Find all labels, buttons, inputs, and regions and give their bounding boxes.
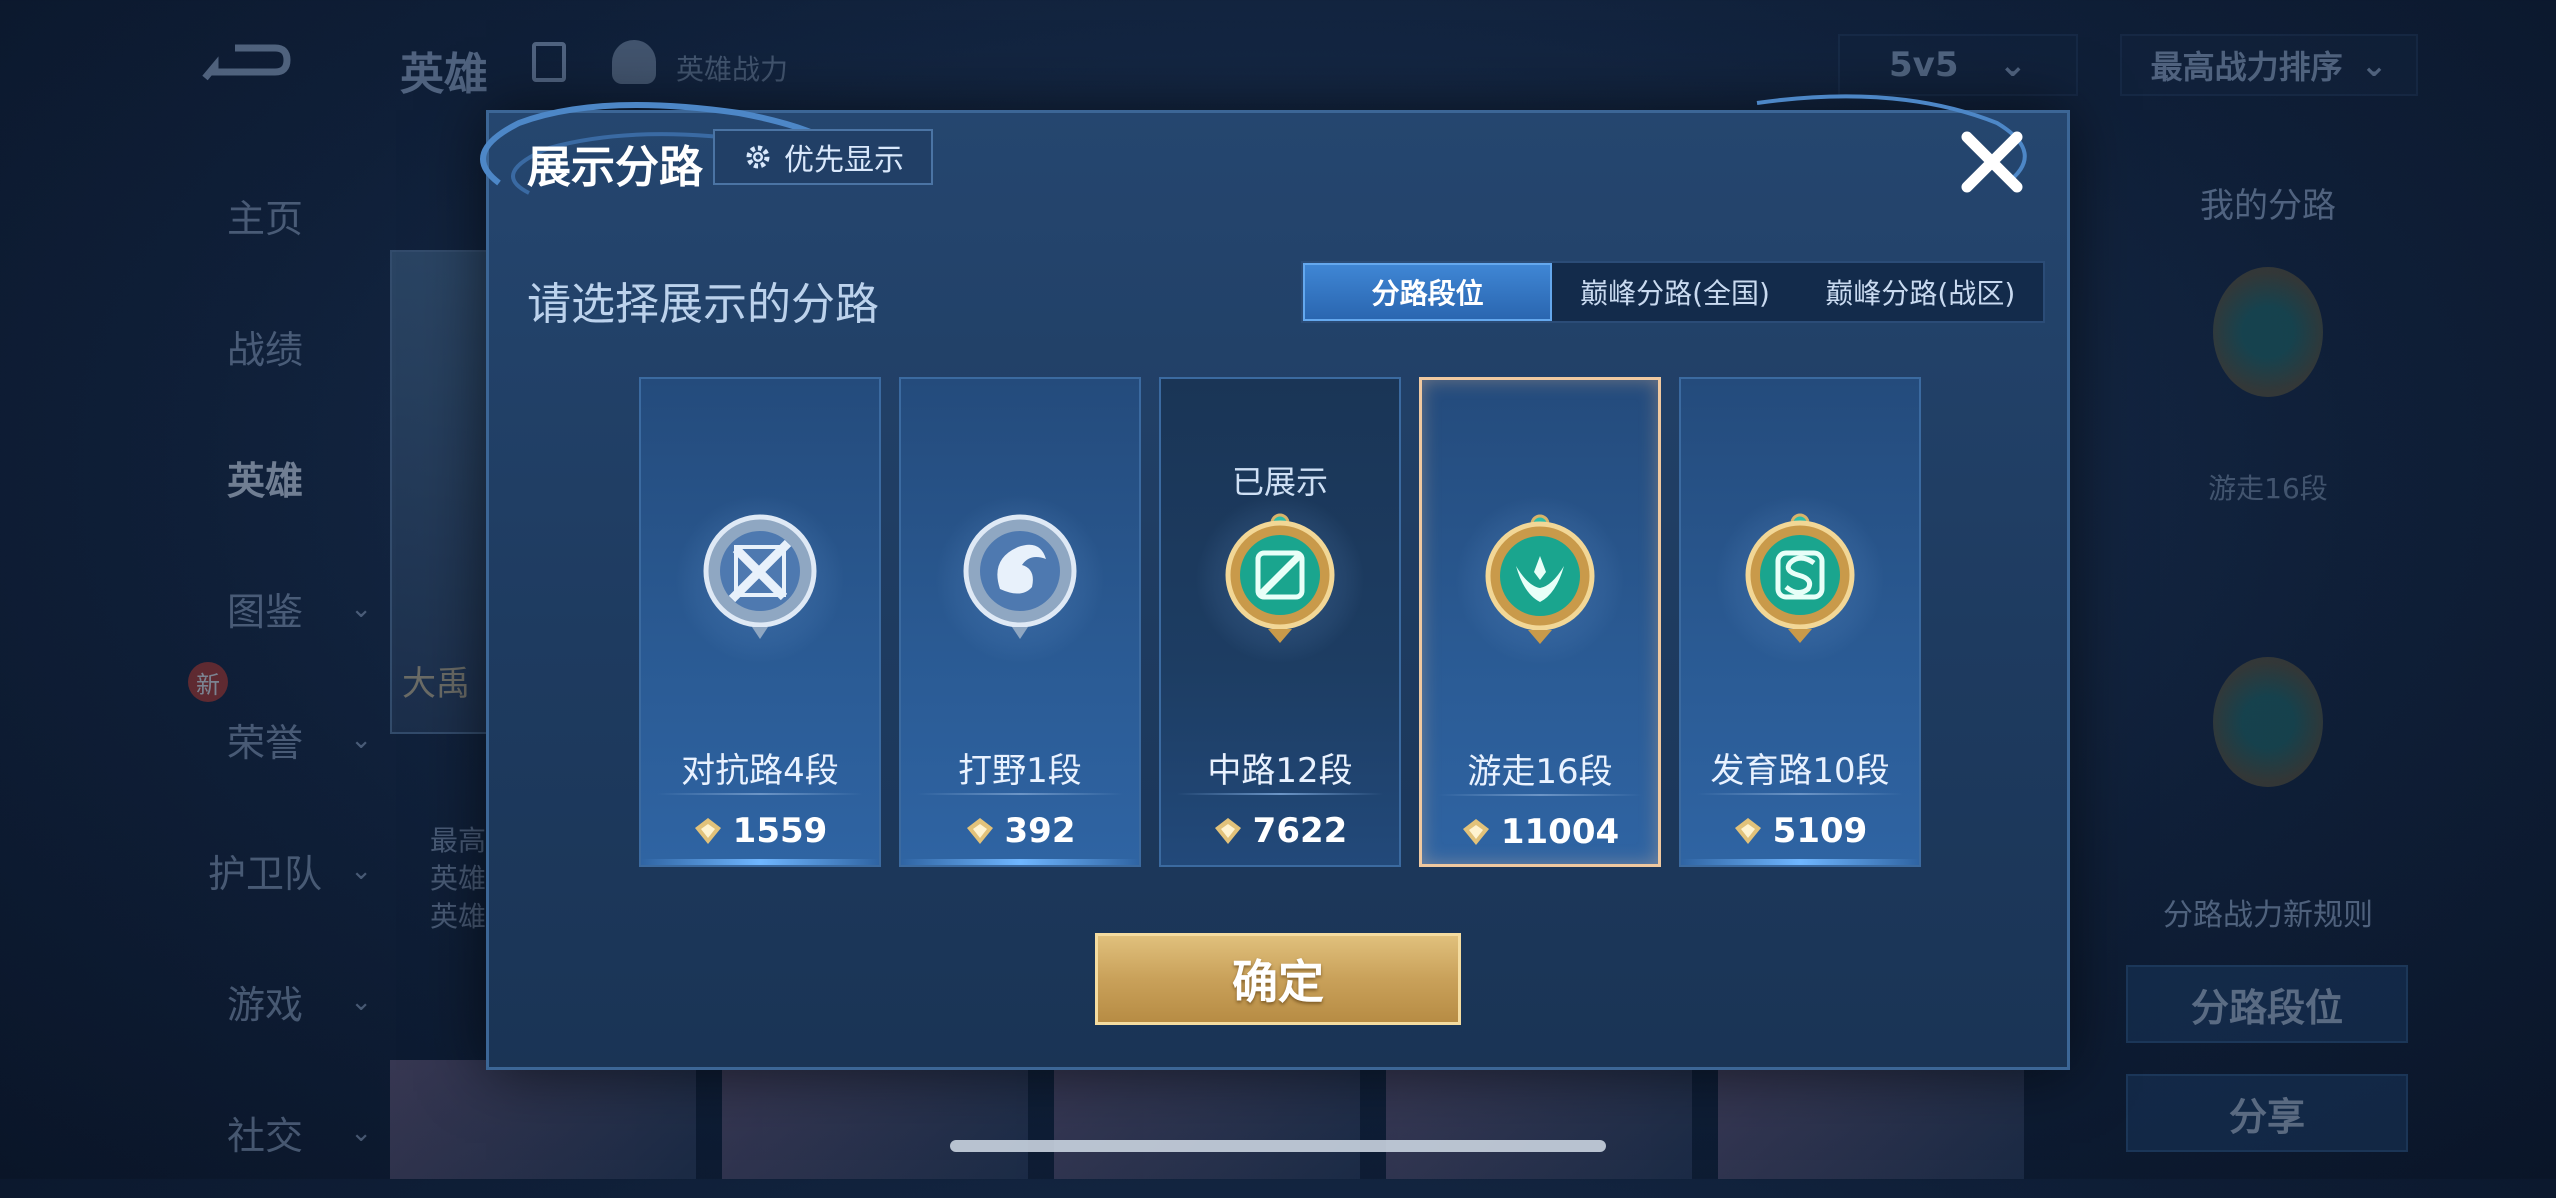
my-lane-label: 游走16段	[2208, 472, 2328, 505]
lane-name: 中路12段	[1207, 751, 1353, 791]
mid-badge-icon	[2213, 657, 2323, 787]
my-lanes-panel: 我的分路 游走16段	[2118, 160, 2418, 787]
sidebar-item-honor[interactable]: 荣誉 ⌄	[150, 674, 380, 805]
sort-select[interactable]: 最高战力排序 ⌄	[2120, 34, 2418, 96]
chevron-down-icon: ⌄	[350, 855, 372, 886]
lane-rule-link[interactable]: 分路战力新规则	[2118, 890, 2418, 934]
lane-card-mid[interactable]: 已展示 中路12段 7622	[1159, 377, 1401, 867]
lane-card-adc[interactable]: 发育路10段 5109	[1679, 377, 1921, 867]
priority-display-label: 优先显示	[784, 143, 904, 178]
sidebar-item-home[interactable]: 主页	[150, 150, 380, 281]
chevron-down-icon: ⌄	[1998, 45, 2027, 85]
silver-dragon-badge-icon	[963, 514, 1077, 639]
sort-select-value: 最高战力排序	[2150, 48, 2343, 86]
new-badge: 新	[188, 662, 228, 702]
lane-power: 7622	[1161, 811, 1399, 851]
skin-card[interactable]	[1386, 1060, 1692, 1179]
hero-info: 最高 英雄 英雄	[430, 824, 487, 933]
lane-tabs: 分路段位 巅峰分路(全国) 巅峰分路(战区)	[1301, 261, 2045, 323]
lane-card-top[interactable]: 对抗路4段 1559	[639, 377, 881, 867]
lane-power: 11004	[1422, 812, 1658, 852]
silver-sword-badge-icon	[703, 514, 817, 639]
lane-name: 发育路10段	[1710, 751, 1890, 791]
support-badge-icon	[2213, 267, 2323, 397]
sidebar-item-social[interactable]: 社交 ⌄	[150, 1067, 380, 1198]
power-icon	[1734, 818, 1761, 844]
gear-icon	[746, 145, 770, 169]
share-button[interactable]: 分享	[2126, 1074, 2408, 1152]
lane-cards: 对抗路4段 1559 打野1段 392 已展示 中路12段 7622 游走16段…	[639, 377, 1925, 867]
close-icon[interactable]	[1955, 125, 2029, 199]
sidebar-item-game[interactable]: 游戏 ⌄	[150, 936, 380, 1067]
skin-card[interactable]	[390, 1060, 696, 1179]
lane-name: 对抗路4段	[681, 751, 839, 791]
sidebar-item-hero[interactable]: 英雄	[150, 412, 380, 543]
confirm-button[interactable]: 确定	[1095, 933, 1461, 1025]
chevron-down-icon: ⌄	[350, 724, 372, 755]
lane-power: 1559	[641, 811, 879, 851]
gold-support-badge-icon	[1485, 514, 1595, 644]
lane-display-dialog: 展示分路 优先显示 请选择展示的分路 分路段位 巅峰分路(全国) 巅峰分路(战区…	[480, 94, 2070, 1070]
lane-card-support[interactable]: 游走16段 11004	[1419, 377, 1661, 867]
helmet-icon	[612, 40, 656, 84]
gold-adc-badge-icon	[1745, 513, 1855, 643]
chevron-down-icon: ⌄	[350, 986, 372, 1017]
lane-card-jungle[interactable]: 打野1段 392	[899, 377, 1141, 867]
power-icon	[1214, 818, 1241, 844]
sidebar-item-guard[interactable]: 护卫队 ⌄	[150, 805, 380, 936]
chevron-down-icon: ⌄	[350, 1117, 372, 1148]
hero-skin-cards	[390, 1060, 2040, 1179]
skin-card[interactable]	[722, 1060, 1028, 1179]
tab-lane-rank[interactable]: 分路段位	[1303, 263, 1553, 321]
chevron-down-icon: ⌄	[2360, 46, 2388, 84]
tab-peak-region[interactable]: 巅峰分路(战区)	[1798, 263, 2043, 321]
hero-name: 大禹	[402, 664, 470, 704]
lane-rank-button[interactable]: 分路段位	[2126, 965, 2408, 1043]
lane-name: 打野1段	[958, 751, 1082, 791]
lane-power: 5109	[1681, 811, 1919, 851]
gold-mid-badge-icon	[1225, 513, 1335, 643]
priority-display-button[interactable]: 优先显示	[713, 129, 933, 185]
sidebar-item-gallery[interactable]: 图鉴 ⌄	[150, 543, 380, 674]
sidebar-item-record[interactable]: 战绩	[150, 281, 380, 412]
my-lanes-title: 我的分路	[2200, 186, 2336, 226]
back-arrow-icon[interactable]	[195, 38, 295, 88]
lane-name: 游走16段	[1467, 752, 1613, 792]
power-icon	[694, 818, 721, 844]
power-icon	[966, 818, 993, 844]
home-indicator[interactable]	[950, 1140, 1606, 1152]
dialog-subtitle: 请选择展示的分路	[527, 279, 879, 330]
skin-card[interactable]	[1718, 1060, 2024, 1179]
chevron-down-icon: ⌄	[350, 593, 372, 624]
skin-card[interactable]	[1054, 1060, 1360, 1179]
list-icon[interactable]	[532, 42, 566, 82]
hero-power-label: 英雄战力	[676, 53, 789, 86]
tab-peak-national[interactable]: 巅峰分路(全国)	[1552, 263, 1797, 321]
power-icon	[1462, 819, 1489, 845]
dialog-title: 展示分路	[527, 142, 703, 193]
sidebar-nav: 主页 战绩 英雄 图鉴 ⌄ 荣誉 ⌄ 护卫队 ⌄ 游戏 ⌄ 社交 ⌄	[150, 150, 380, 1198]
lane-power: 392	[901, 811, 1139, 851]
mode-select-value: 5v5	[1889, 45, 1959, 85]
